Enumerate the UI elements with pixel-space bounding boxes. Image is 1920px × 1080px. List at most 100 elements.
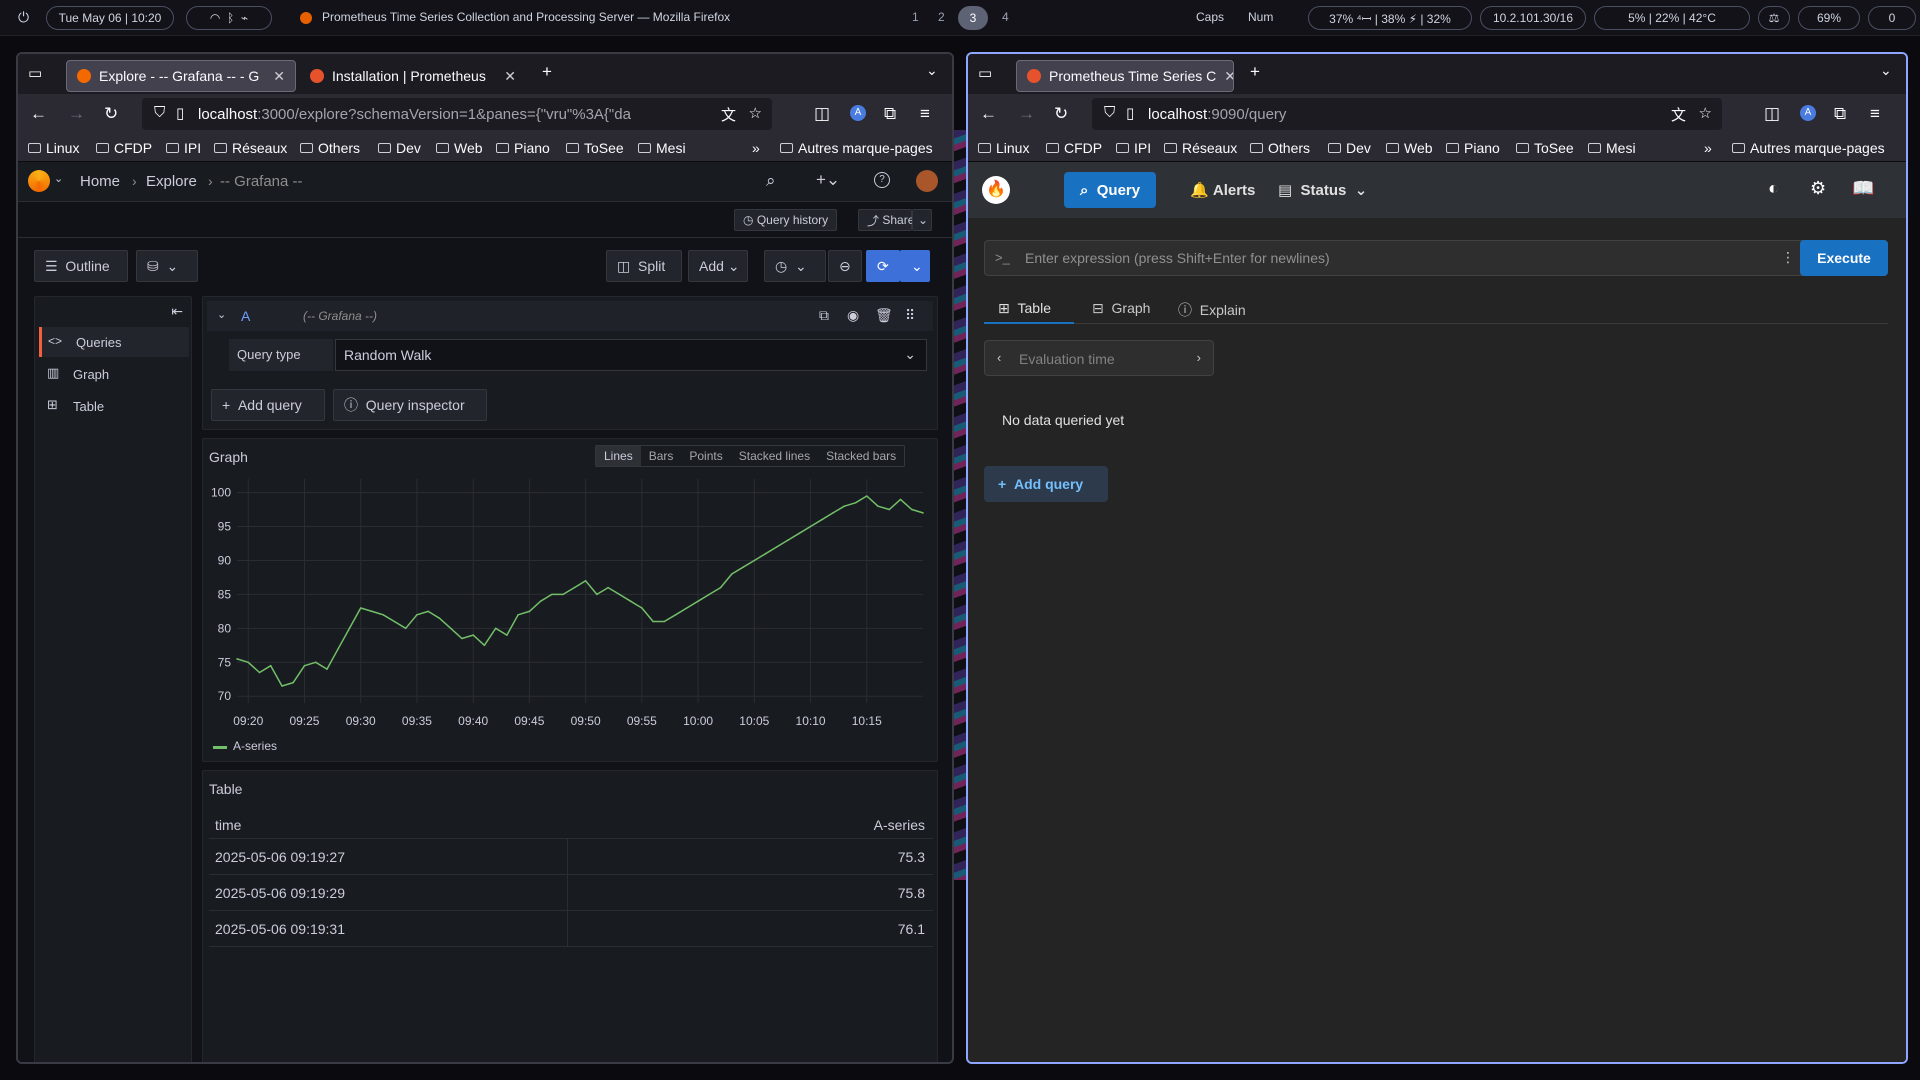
refresh-button[interactable]: ⟳ xyxy=(866,250,900,282)
account-icon[interactable]: A xyxy=(850,105,866,121)
bookmark-folder[interactable]: Piano xyxy=(1446,140,1500,156)
workspace-4[interactable]: 4 xyxy=(1002,10,1009,24)
bookmark-folder[interactable]: Others xyxy=(300,140,360,156)
reload-icon[interactable]: ↻ xyxy=(104,104,118,124)
collapse-outline-icon[interactable]: ⇤ xyxy=(171,303,183,320)
bookmark-folder[interactable]: Web xyxy=(1386,140,1433,156)
tab-list-icon[interactable]: ▭ xyxy=(978,64,992,82)
bookmark-folder[interactable]: Dev xyxy=(1328,140,1371,156)
bookmark-folder[interactable]: Mesi xyxy=(638,140,686,156)
trash-icon[interactable]: 🗑 xyxy=(875,307,893,324)
tab-prometheus-query[interactable]: Prometheus Time Series C ✕ xyxy=(1016,60,1234,92)
other-bookmarks[interactable]: Autres marque-pages xyxy=(1732,140,1885,156)
nav-alerts[interactable]: 🔔 Alerts xyxy=(1174,172,1271,208)
shield-icon[interactable]: ⛉ xyxy=(1104,104,1115,121)
datetime-widget[interactable]: Tue May 06 | 10:20 xyxy=(46,6,174,30)
tab-grafana-explore[interactable]: Explore - -- Grafana -- - G ✕ xyxy=(66,60,296,92)
outline-item-graph[interactable]: ▥ Graph xyxy=(39,359,189,389)
bookmark-folder[interactable]: ToSee xyxy=(566,140,624,156)
bookmarks-overflow-icon[interactable]: » xyxy=(1704,140,1712,156)
tab-overflow-chevron-icon[interactable]: ⌄ xyxy=(926,62,938,79)
volume-widget[interactable]: 69% xyxy=(1798,6,1860,30)
ip-widget[interactable]: 10.2.101.30/16 xyxy=(1480,6,1586,30)
chevron-down-icon[interactable]: ⌄ xyxy=(54,172,63,185)
close-tab-icon[interactable]: ✕ xyxy=(496,68,516,85)
shield-icon[interactable]: ⛉ xyxy=(154,104,165,121)
back-icon[interactable]: ← xyxy=(980,104,997,124)
tab-table[interactable]: ⊞ Table xyxy=(984,294,1074,324)
graph-mode-stacked-bars[interactable]: Stacked bars xyxy=(818,446,904,466)
bookmark-folder[interactable]: CFDP xyxy=(1046,140,1102,156)
breadcrumb-explore[interactable]: Explore xyxy=(146,173,197,190)
balance-icon[interactable]: ⚖ xyxy=(1758,6,1790,30)
page-info-icon[interactable]: ▯ xyxy=(176,104,184,122)
bookmark-folder[interactable]: Linux xyxy=(28,140,79,156)
close-tab-icon[interactable]: ✕ xyxy=(1216,68,1233,85)
cpu-widget[interactable]: 37% ⁴ꟷ | 38% ⚡ | 32% xyxy=(1308,6,1472,30)
menu-icon[interactable]: ≡ xyxy=(920,104,930,124)
tab-explain[interactable]: ⓘ Explain xyxy=(1166,294,1258,324)
url-bar[interactable]: ⛉ ▯ localhost:3000/explore?schemaVersion… xyxy=(142,98,772,130)
bookmark-folder[interactable]: Mesi xyxy=(1588,140,1636,156)
settings-gear-icon[interactable]: ⚙ xyxy=(1810,178,1826,199)
bookmark-folder[interactable]: Others xyxy=(1250,140,1310,156)
outline-item-queries[interactable]: <> Queries xyxy=(39,327,189,357)
system-stats-widget[interactable]: 5% | 22% | 42°C xyxy=(1594,6,1750,30)
zoom-out-icon[interactable]: ⊖ xyxy=(828,250,862,282)
bookmark-folder[interactable]: Web xyxy=(436,140,483,156)
docs-book-icon[interactable]: 📖 xyxy=(1852,178,1874,199)
translate-icon[interactable]: 文 xyxy=(714,104,736,125)
pocket-icon[interactable]: ◫ xyxy=(814,104,830,124)
new-tab-icon[interactable]: + xyxy=(1250,62,1260,82)
back-icon[interactable]: ← xyxy=(30,104,47,124)
time-series-chart[interactable]: 70 75 80 85 90 95 100 09:20 09:25 09:30 09:35 09:40… xyxy=(203,473,933,743)
bookmark-folder[interactable]: Réseaux xyxy=(1164,140,1237,156)
drag-handle-icon[interactable]: ⠿ xyxy=(905,307,915,324)
extensions-icon[interactable]: ⧉ xyxy=(884,104,896,124)
legend-label[interactable]: A-series xyxy=(233,739,277,753)
bookmark-folder[interactable]: Réseaux xyxy=(214,140,287,156)
other-bookmarks[interactable]: Autres marque-pages xyxy=(780,140,933,156)
graph-mode-bars[interactable]: Bars xyxy=(641,446,682,466)
new-plus-icon[interactable]: +⌄ xyxy=(816,170,840,190)
expression-input[interactable]: >_ Enter expression (press Shift+Enter f… xyxy=(984,240,1806,276)
menu-icon[interactable]: ≡ xyxy=(1870,104,1880,124)
bookmark-folder[interactable]: IPI xyxy=(1116,140,1151,156)
network-widget[interactable]: ◠ ᛒ ⌁ xyxy=(186,6,272,30)
chevron-left-icon[interactable]: ‹ xyxy=(997,350,1001,365)
bookmark-folder[interactable]: Dev xyxy=(378,140,421,156)
bookmark-folder[interactable]: IPI xyxy=(166,140,201,156)
column-header-time[interactable]: time xyxy=(215,817,241,833)
workspace-2[interactable]: 2 xyxy=(938,10,945,24)
bookmark-folder[interactable]: Piano xyxy=(496,140,550,156)
column-header-series[interactable]: A-series xyxy=(874,817,925,833)
notification-widget[interactable]: 0 xyxy=(1868,6,1916,30)
bookmark-folder[interactable]: CFDP xyxy=(96,140,152,156)
eye-icon[interactable]: ◉ xyxy=(847,307,859,324)
execute-button[interactable]: Execute xyxy=(1800,240,1888,276)
graph-mode-lines[interactable]: Lines xyxy=(596,446,641,466)
share-dropdown-chevron-icon[interactable]: ⌄ xyxy=(912,209,932,231)
add-query-button[interactable]: + Add query xyxy=(984,466,1108,502)
avatar[interactable] xyxy=(916,170,938,192)
bookmarks-overflow-icon[interactable]: » xyxy=(752,140,760,156)
graph-mode-points[interactable]: Points xyxy=(681,446,730,466)
help-icon[interactable]: ? xyxy=(874,172,890,188)
breadcrumb-home[interactable]: Home xyxy=(80,173,120,190)
account-icon[interactable]: A xyxy=(1800,105,1816,121)
add-query-button[interactable]: + Add query xyxy=(211,389,325,421)
workspace-3[interactable]: 3 xyxy=(958,6,988,30)
add-button[interactable]: Add ⌄ xyxy=(688,250,748,282)
power-icon[interactable]: ⏻ xyxy=(18,9,29,26)
query-ref-id[interactable]: A xyxy=(241,308,250,324)
datasource-picker[interactable]: ⛁ ⌄ xyxy=(136,250,198,282)
bookmark-folder[interactable]: Linux xyxy=(978,140,1029,156)
split-button[interactable]: ◫ Split xyxy=(606,250,682,282)
graph-mode-stacked-lines[interactable]: Stacked lines xyxy=(731,446,818,466)
theme-toggle-icon[interactable]: ◐ xyxy=(1768,178,1779,199)
nav-status[interactable]: ▤ Status ⌄ xyxy=(1262,172,1383,208)
forward-icon[interactable]: → xyxy=(1018,104,1035,124)
duplicate-icon[interactable]: ⧉ xyxy=(819,307,829,324)
outline-item-table[interactable]: ⊞ Table xyxy=(39,391,189,421)
workspace-1[interactable]: 1 xyxy=(912,10,919,24)
